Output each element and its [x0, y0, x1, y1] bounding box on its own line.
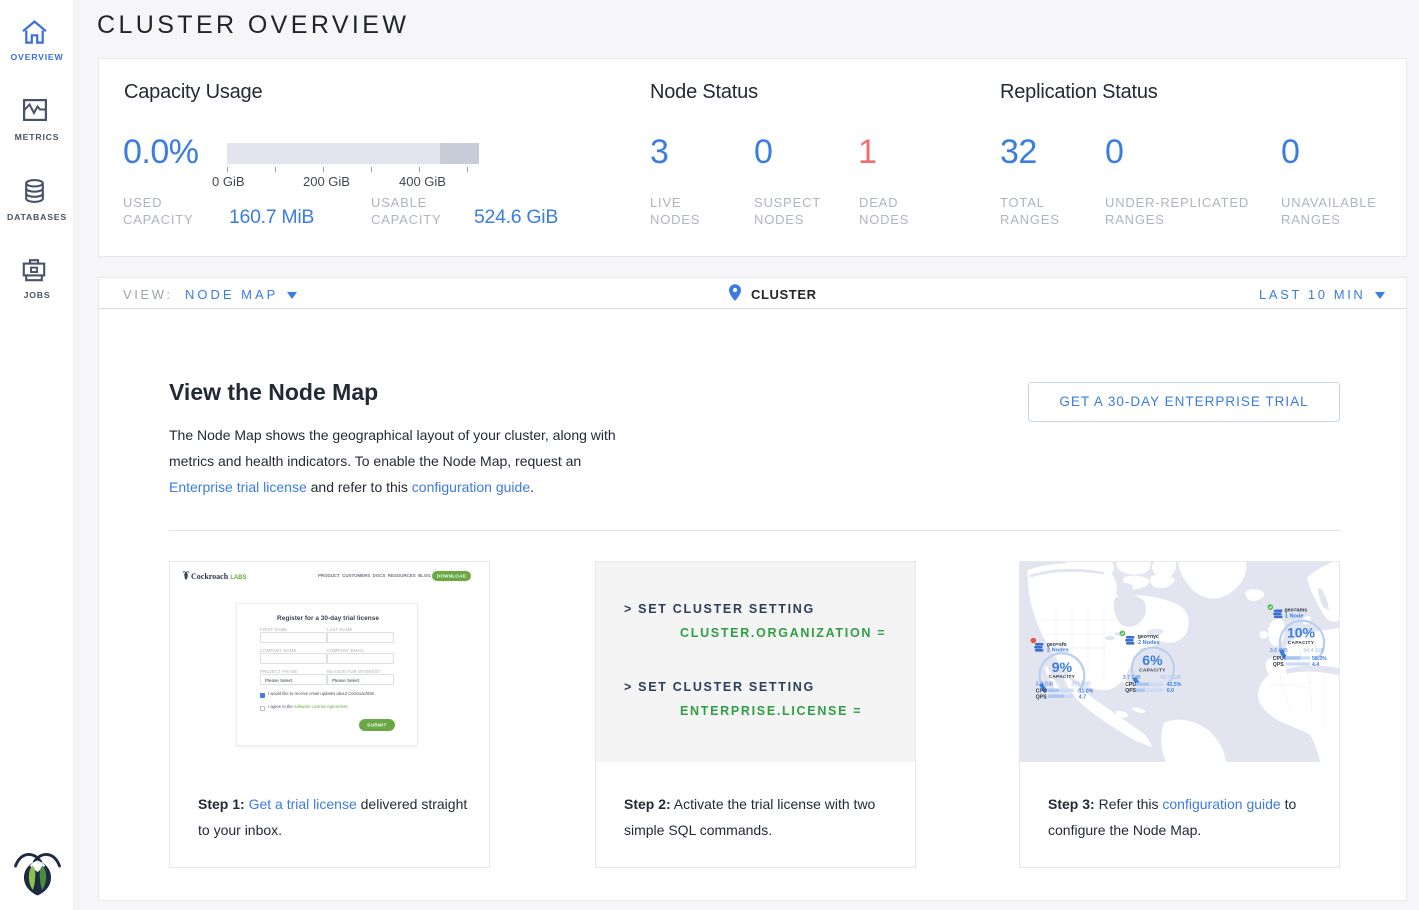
svg-text:9%: 9% — [1052, 659, 1073, 675]
svg-text:4.4: 4.4 — [1312, 662, 1319, 668]
svg-text:3.7 GiB: 3.7 GiB — [1123, 675, 1141, 681]
svg-text:6%: 6% — [1142, 652, 1163, 668]
svg-text:1 Node: 1 Node — [1285, 614, 1304, 620]
svg-text:QPS: QPS — [1273, 662, 1284, 668]
svg-text:43.7 GiB: 43.7 GiB — [1160, 675, 1181, 681]
svg-text:0.0: 0.0 — [1167, 688, 1174, 694]
svg-text:QPS: QPS — [1036, 694, 1047, 700]
svg-text:CAPACITY: CAPACITY — [1139, 668, 1166, 674]
svg-text:3.6 GiB: 3.6 GiB — [1270, 648, 1288, 654]
svg-text:CAPACITY: CAPACITY — [1049, 674, 1076, 680]
svg-text:4.7: 4.7 — [1079, 694, 1086, 700]
svg-text:CAPACITY: CAPACITY — [1288, 640, 1315, 646]
svg-text:2 Nodes: 2 Nodes — [1138, 640, 1160, 646]
svg-text:34.4 GiB: 34.4 GiB — [1303, 648, 1324, 654]
svg-text:351 GiB: 351 GiB — [1071, 682, 1091, 688]
svg-text:3.2 GiB: 3.2 GiB — [1036, 682, 1054, 688]
svg-text:10%: 10% — [1287, 625, 1316, 641]
svg-text:QPS: QPS — [1125, 688, 1136, 694]
